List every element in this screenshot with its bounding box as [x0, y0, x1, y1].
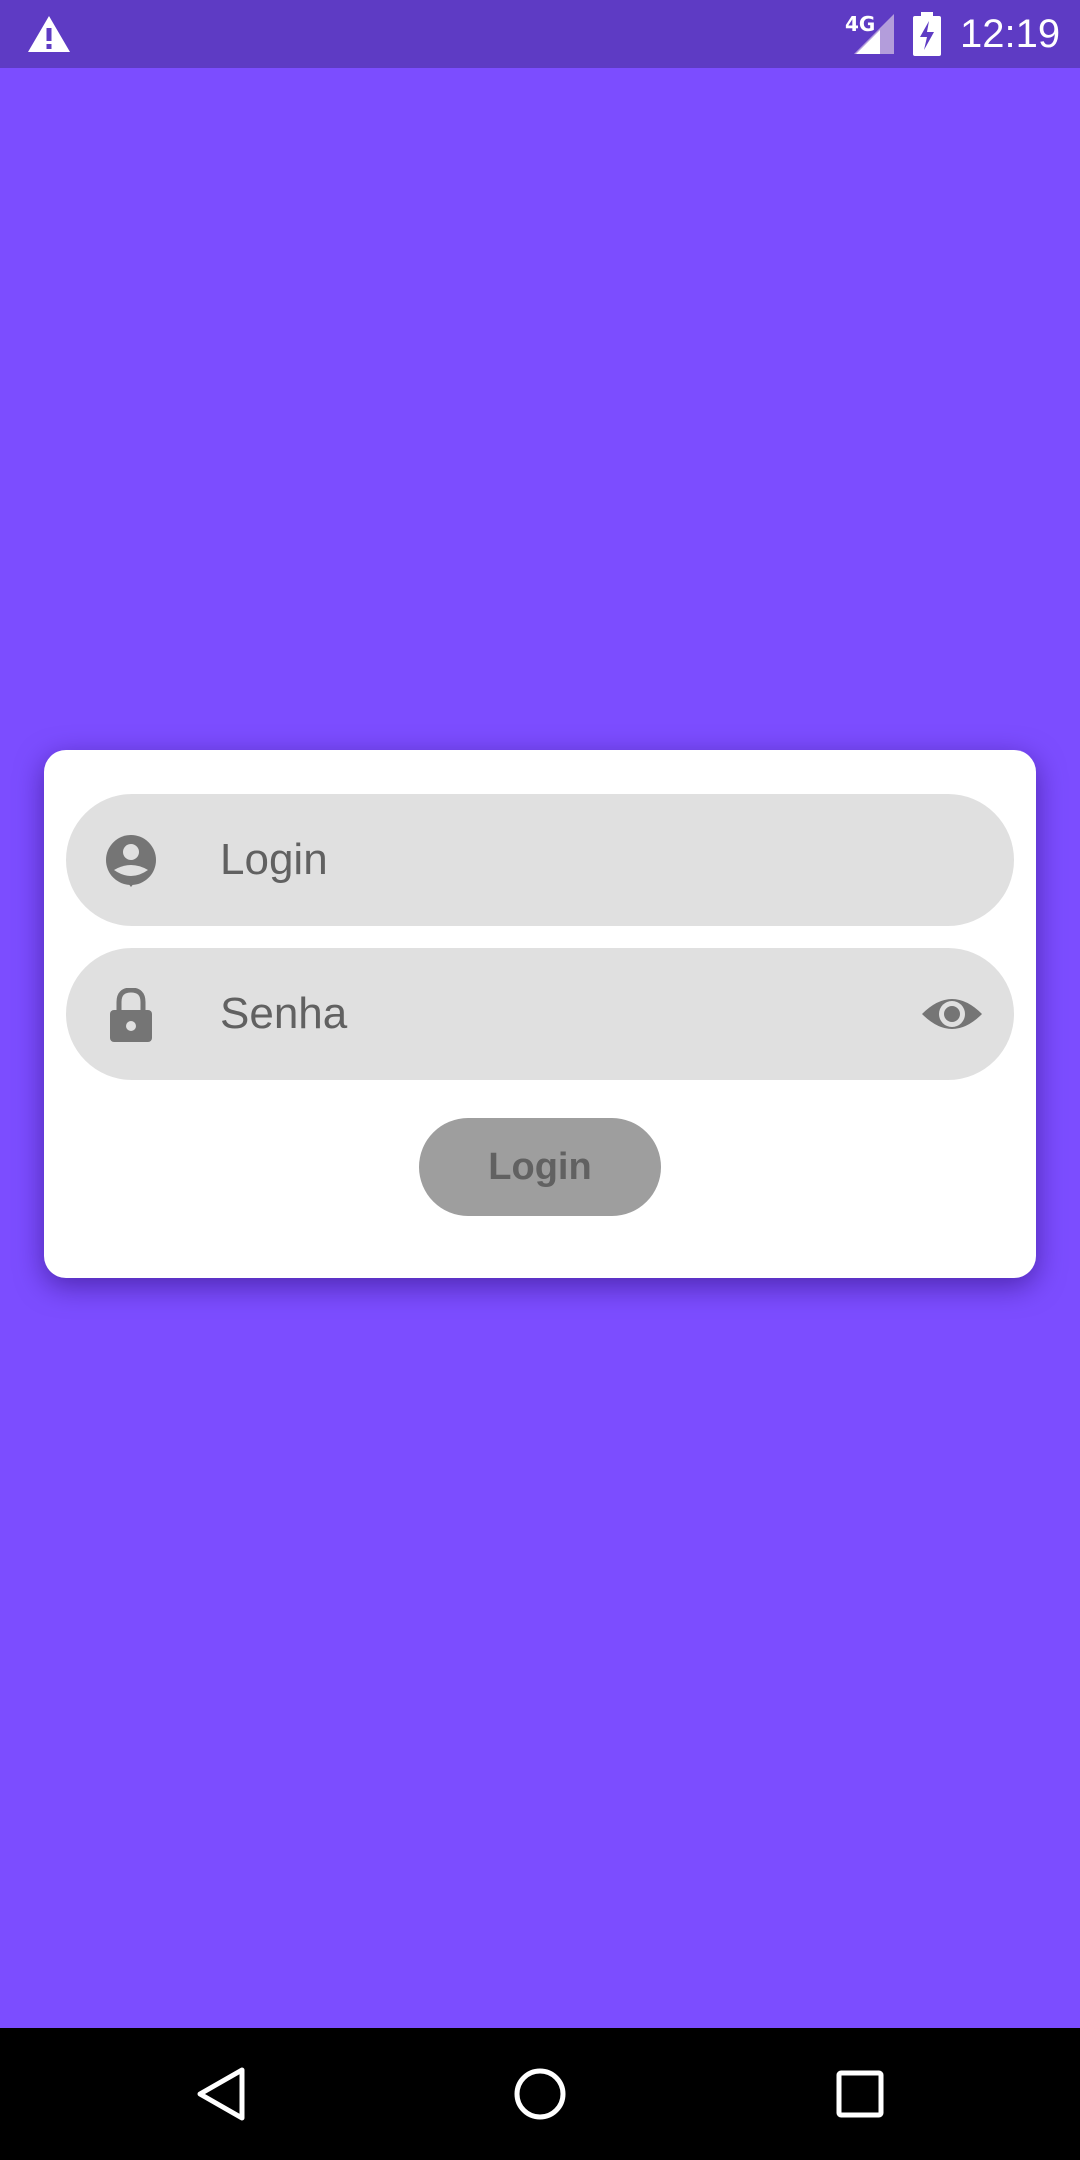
signal-icon: [854, 14, 894, 54]
eye-icon[interactable]: [920, 990, 984, 1038]
navigation-bar: [0, 2028, 1080, 2160]
lock-icon: [110, 988, 152, 1042]
password-field[interactable]: Senha: [66, 948, 1014, 1080]
home-icon[interactable]: [510, 2064, 570, 2124]
login-card: Login Senha Login: [44, 750, 1036, 1278]
login-button[interactable]: Login: [419, 1118, 661, 1216]
account-circle-icon: [106, 835, 156, 887]
recents-icon[interactable]: [830, 2064, 890, 2124]
login-placeholder: Login: [220, 835, 328, 884]
battery-charging-icon: [913, 12, 941, 56]
warning-icon: [28, 16, 70, 52]
status-bar: 4G 12:19: [0, 0, 1080, 68]
login-field[interactable]: Login: [66, 794, 1014, 926]
password-placeholder: Senha: [220, 989, 348, 1038]
clock: 12:19: [960, 12, 1061, 56]
back-icon[interactable]: [190, 2064, 250, 2124]
